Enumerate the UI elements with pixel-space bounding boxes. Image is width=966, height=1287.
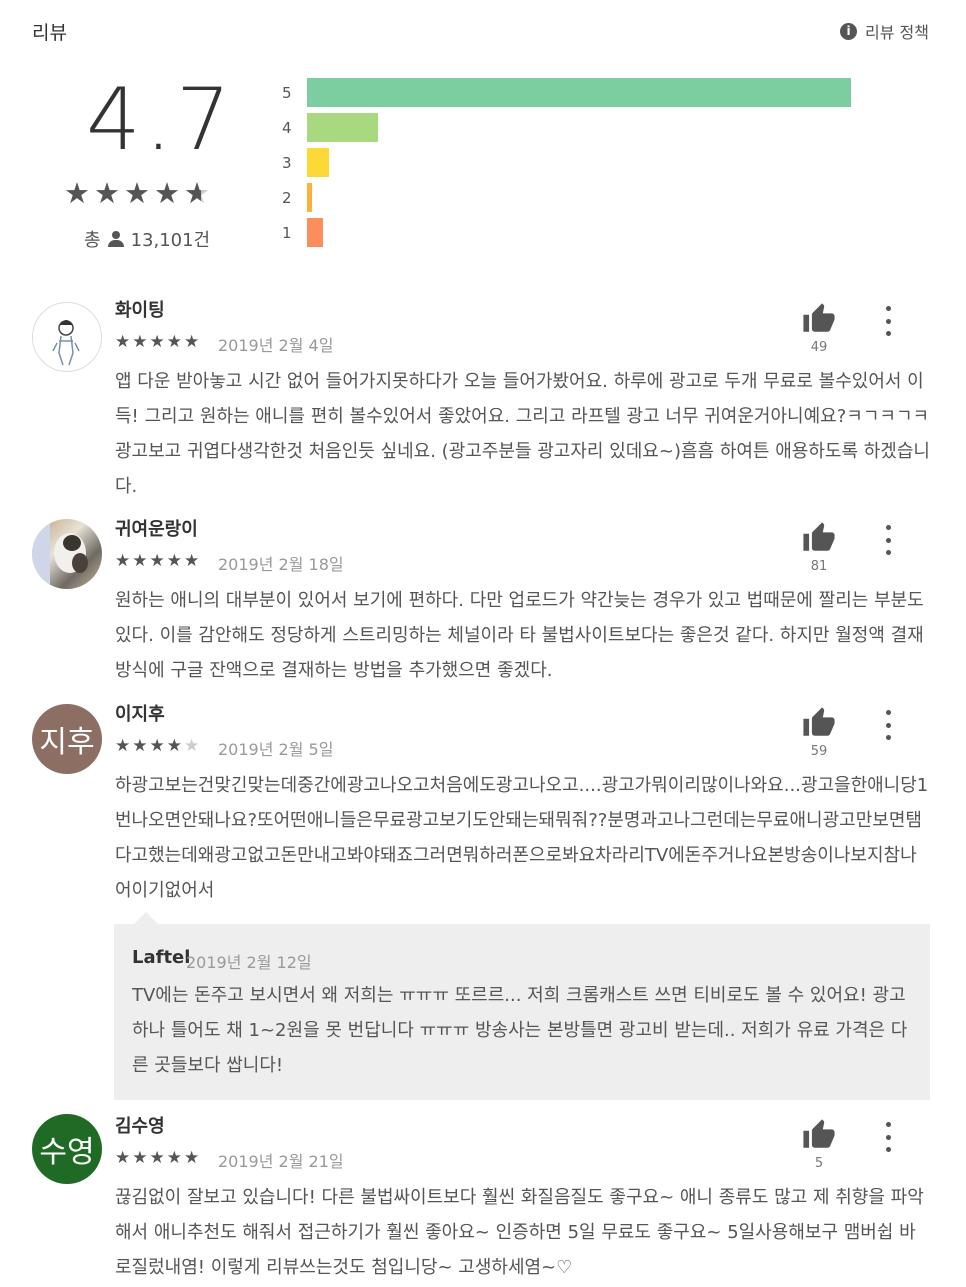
histogram-label: 3 — [282, 153, 292, 172]
histogram-bar — [307, 183, 312, 212]
more-vert-icon[interactable] — [878, 525, 898, 555]
star-icon: ★ — [132, 332, 150, 352]
histogram-row-2: 2 — [282, 183, 312, 212]
like-count: 49 — [810, 340, 828, 355]
review-policy-link[interactable]: i 리뷰 정책 — [840, 19, 929, 43]
review-text: 하광고보는건맞긴맞는데중간에광고나오고처음에도광고나오고....광고가뭐이리많이… — [115, 775, 929, 901]
thumbs-up-icon[interactable] — [802, 521, 836, 555]
histogram-label: 1 — [282, 223, 292, 242]
review-author: 이지후 — [115, 704, 165, 725]
review-author: 김수영 — [115, 1116, 165, 1137]
average-rating: 4.7 — [86, 70, 235, 170]
total-reviews: 총 13,101건 — [84, 226, 210, 252]
review-text: 원하는 애니의 대부분이 있어서 보기에 편하다. 다만 업로드가 약간늦는 경… — [115, 590, 924, 681]
avatar[interactable] — [32, 302, 102, 372]
review-text: 앱 다운 받아놓고 시간 없어 들어가지못하다가 오늘 들어가봤어요. 하루에 … — [115, 371, 930, 497]
average-rating-stars: ★★★★★★ — [64, 176, 214, 210]
star-icon: ★ — [184, 736, 202, 756]
review-policy-label: 리뷰 정책 — [865, 23, 929, 42]
star-icon: ★ — [115, 736, 133, 756]
review-text: 끊김없이 잘보고 있습니다! 다른 불법싸이트보다 훨씬 화질음질도 좋구요~ … — [115, 1187, 924, 1278]
review-stars: ★★★★★ — [115, 551, 201, 571]
like-count: 59 — [810, 744, 828, 759]
review-date: 2019년 2월 21일 — [218, 1152, 344, 1171]
review-stars: ★★★★★ — [115, 736, 201, 756]
info-icon: i — [840, 22, 858, 40]
review-stars: ★★★★★ — [115, 1148, 201, 1168]
reply-date: 2019년 2월 12일 — [186, 953, 312, 972]
histogram-row-3: 3 — [282, 148, 329, 177]
avatar-drawing — [52, 320, 80, 366]
star-icon: ★ — [166, 551, 184, 571]
star-icon: ★ — [166, 332, 184, 352]
thumbs-up-icon[interactable] — [802, 302, 836, 336]
star-icon: ★ — [149, 332, 167, 352]
more-vert-icon[interactable] — [878, 306, 898, 336]
star-icon: ★ — [132, 1148, 150, 1168]
section-title: 리뷰 — [32, 22, 67, 44]
star-icon: ★ — [184, 332, 202, 352]
avatar[interactable] — [32, 519, 102, 589]
star-icon: ★ — [166, 736, 184, 756]
like-count: 81 — [810, 559, 828, 574]
star-icon: ★★★★ — [64, 176, 184, 210]
half-star-icon: ★★ — [184, 176, 214, 210]
developer-name: Laftel — [132, 947, 191, 968]
thumbs-up-icon[interactable] — [802, 1118, 836, 1152]
more-vert-icon[interactable] — [878, 1122, 898, 1152]
star-icon: ★ — [149, 551, 167, 571]
avatar-initials: 수영 — [39, 1135, 95, 1170]
histogram-row-4: 4 — [282, 113, 378, 142]
star-icon: ★ — [115, 551, 133, 571]
developer-reply: Laftel 2019년 2월 12일 TV에는 돈주고 보시면서 왜 저희는 … — [114, 912, 930, 1100]
like-count: 5 — [814, 1156, 824, 1171]
review-stars: ★★★★★ — [115, 332, 201, 352]
total-prefix: 총 — [84, 230, 101, 251]
histogram-row-5: 5 — [282, 78, 851, 107]
star-icon: ★ — [115, 1148, 133, 1168]
more-vert-icon[interactable] — [878, 710, 898, 740]
reply-text: TV에는 돈주고 보시면서 왜 저희는 ㅠㅠㅠ 또르르... 저희 크롬캐스트 … — [132, 985, 908, 1076]
avatar-initials: 지후 — [39, 725, 95, 760]
avatar[interactable]: 지후 — [32, 704, 102, 774]
histogram-bar — [307, 218, 323, 247]
review-date: 2019년 2월 18일 — [218, 555, 344, 574]
star-icon: ★ — [149, 1148, 167, 1168]
person-icon — [107, 230, 125, 248]
review-author: 화이팅 — [115, 300, 165, 321]
histogram-label: 4 — [282, 118, 292, 137]
avatar-drawing — [32, 519, 88, 589]
histogram-row-1: 1 — [282, 218, 323, 247]
review-date: 2019년 2월 5일 — [218, 740, 334, 759]
star-icon: ★ — [115, 332, 133, 352]
histogram-label: 5 — [282, 83, 292, 102]
star-icon: ★ — [132, 551, 150, 571]
histogram-bar — [307, 78, 851, 107]
star-icon: ★ — [184, 1148, 202, 1168]
star-icon: ★ — [184, 551, 202, 571]
star-icon: ★ — [166, 1148, 184, 1168]
thumbs-up-icon[interactable] — [802, 706, 836, 740]
histogram-label: 2 — [282, 188, 292, 207]
star-icon: ★ — [132, 736, 150, 756]
histogram-bar — [307, 113, 378, 142]
review-author: 귀여운랑이 — [115, 519, 198, 540]
avatar[interactable]: 수영 — [32, 1114, 102, 1184]
histogram-bar — [307, 148, 329, 177]
star-icon: ★ — [149, 736, 167, 756]
total-count: 13,101건 — [130, 230, 211, 251]
review-date: 2019년 2월 4일 — [218, 336, 334, 355]
